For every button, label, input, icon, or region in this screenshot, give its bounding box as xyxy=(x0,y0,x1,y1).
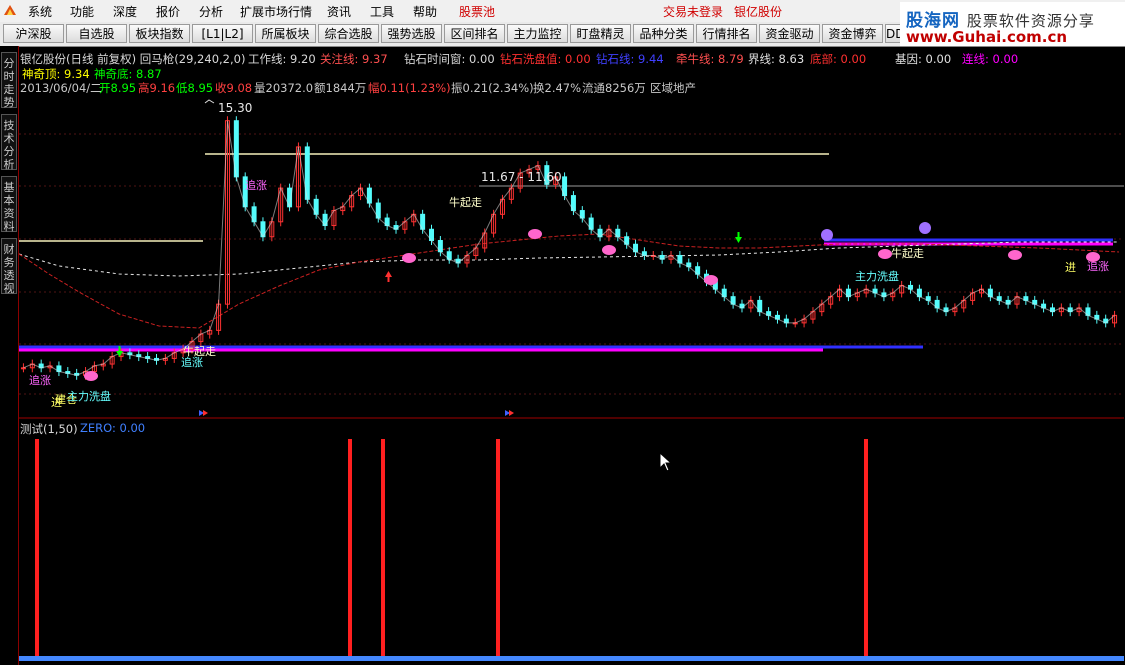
signal-label-bull-start-2: 牛起走 xyxy=(449,195,482,209)
bull-line-value: 牵牛线: 8.79 xyxy=(676,52,744,66)
red-dashed-ma xyxy=(19,233,1120,329)
pink-signal-icon xyxy=(528,229,542,239)
chart-title: 银亿股份(日线 前复权) 回马枪(29,240,2,0) xyxy=(20,52,246,66)
indicator-spikes xyxy=(35,439,868,658)
link-line-value: 连线: 0.00 xyxy=(962,52,1019,66)
side-tab-fundamentals[interactable]: 基本资料 xyxy=(1,176,17,233)
attention-line-value: 关注线: 9.37 xyxy=(320,52,388,66)
purple-badge-icon xyxy=(821,229,833,241)
indicator-spike xyxy=(864,439,868,658)
toolbar-button-strong-screener[interactable]: 强势选股 xyxy=(381,24,442,43)
side-tab-intraday[interactable]: 分时走势 xyxy=(1,52,17,109)
high-price-marker xyxy=(204,99,215,104)
current-stock-name: 银亿股份 xyxy=(734,5,783,19)
signal-label-chase-2: 追涨 xyxy=(181,355,203,369)
signal-label-chase-3: 追涨 xyxy=(245,178,267,192)
signal-label-chase: 追涨 xyxy=(29,373,51,387)
side-tab-technical[interactable]: 技术分析 xyxy=(1,114,17,171)
side-tab-financials[interactable]: 财务透视 xyxy=(1,238,17,295)
pink-signal-icon xyxy=(1086,252,1100,262)
toolbar-button-watch-genie[interactable]: 盯盘精灵 xyxy=(570,24,631,43)
indicator-zero-bar xyxy=(19,656,1124,661)
toolbar-button-category[interactable]: 品种分类 xyxy=(633,24,694,43)
signal-label-enter-2: 进 xyxy=(1065,261,1076,274)
boundary-line-value: 界线: 8.63 xyxy=(748,52,805,66)
diamond-wash-value: 钻石洗盘值: 0.00 xyxy=(500,52,591,66)
close-price-line xyxy=(23,120,1115,376)
menu-item-function[interactable]: 功能 xyxy=(70,3,94,20)
signal-label-enter: 进 xyxy=(51,396,62,409)
indicator-spike xyxy=(496,439,500,658)
bottom-value: 底部: 0.00 xyxy=(810,52,867,66)
toolbar-button-level-switch[interactable]: [L1|L2] xyxy=(192,24,253,43)
pink-signal-icon xyxy=(878,249,892,259)
login-status[interactable]: 交易未登录 xyxy=(663,3,723,20)
menu-item-analysis[interactable]: 分析 xyxy=(199,3,223,20)
toolbar-button-related-sector[interactable]: 所属板块 xyxy=(255,24,316,43)
range-label: 11.67 - 11.60 xyxy=(481,170,562,184)
timeline-marker-icon xyxy=(505,410,514,416)
toolbar-button-capital-drive[interactable]: 资金驱动 xyxy=(759,24,820,43)
app-logo-icon xyxy=(4,5,16,15)
toolbar-button-shanghai-shenzhen[interactable]: 沪深股 xyxy=(3,24,64,43)
toolbar-button-quote-ranking[interactable]: 行情排名 xyxy=(696,24,757,43)
diamond-window-value: 钻石时间窗: 0.00 xyxy=(404,52,495,66)
side-tabs: 分时走势 技术分析 基本资料 财务透视 xyxy=(0,46,19,665)
toolbar-button-range-ranking[interactable]: 区间排名 xyxy=(444,24,505,43)
menu-item-system[interactable]: 系统 xyxy=(28,3,52,20)
pink-signal-icon xyxy=(602,245,616,255)
pink-signal-icon xyxy=(84,371,98,381)
brand-watermark: 股海网 股票软件资源分享 www.Guhai.com.cn xyxy=(900,2,1125,46)
toolbar-button-sector-index[interactable]: 板块指数 xyxy=(129,24,190,43)
menu-item-tools[interactable]: 工具 xyxy=(370,3,394,20)
menu-item-news[interactable]: 资讯 xyxy=(327,3,351,20)
menu-item-stock-pool[interactable]: 股票池 xyxy=(459,3,495,20)
price-chart[interactable]: 15.30 11.67 - 11.60 追涨 牛起走 建仓 主力洗盘 进 追涨 … xyxy=(19,94,1124,419)
purple-badge-icon xyxy=(919,222,931,234)
signal-label-wash: 主力洗盘 xyxy=(67,389,111,403)
menu-item-help[interactable]: 帮助 xyxy=(413,3,437,20)
pink-signal-icon xyxy=(1008,250,1022,260)
signal-label-bull-start-3: 牛起走 xyxy=(891,246,924,260)
menu-item-quote[interactable]: 报价 xyxy=(156,3,180,20)
candlesticks xyxy=(20,116,1118,380)
high-price-label: 15.30 xyxy=(218,101,252,115)
indicator-spike xyxy=(348,439,352,658)
pink-signal-icon xyxy=(402,253,416,263)
white-dashed-ma xyxy=(19,241,1119,277)
timeline-marker-icon xyxy=(199,410,208,416)
menu-item-depth[interactable]: 深度 xyxy=(113,3,137,20)
diamond-line-value: 钻石线: 9.44 xyxy=(596,52,664,66)
toolbar-button-watchlist[interactable]: 自选股 xyxy=(66,24,127,43)
signal-label-wash-2: 主力洗盘 xyxy=(855,269,899,283)
toolbar-button-main-force-monitor[interactable]: 主力监控 xyxy=(507,24,568,43)
red-up-arrow-icon xyxy=(385,271,392,282)
toolbar-button-capital-game[interactable]: 资金博弈 xyxy=(822,24,883,43)
candle-body xyxy=(20,367,26,370)
toolbar-button-composite-screener[interactable]: 综合选股 xyxy=(318,24,379,43)
brand-url: www.Guhai.com.cn xyxy=(906,28,1068,46)
indicator-chart[interactable] xyxy=(19,435,1124,665)
mouse-cursor-icon xyxy=(659,452,673,472)
gene-value: 基因: 0.00 xyxy=(895,52,952,66)
green-down-arrow-icon xyxy=(735,232,742,243)
menu-item-extended-market[interactable]: 扩展市场行情 xyxy=(240,3,312,20)
indicator-zero-value: ZERO: 0.00 xyxy=(80,421,146,435)
pink-signal-icon xyxy=(704,275,718,285)
work-line-value: 工作线: 9.20 xyxy=(248,52,316,66)
indicator-spike xyxy=(381,439,385,658)
indicator-spike xyxy=(35,439,39,658)
